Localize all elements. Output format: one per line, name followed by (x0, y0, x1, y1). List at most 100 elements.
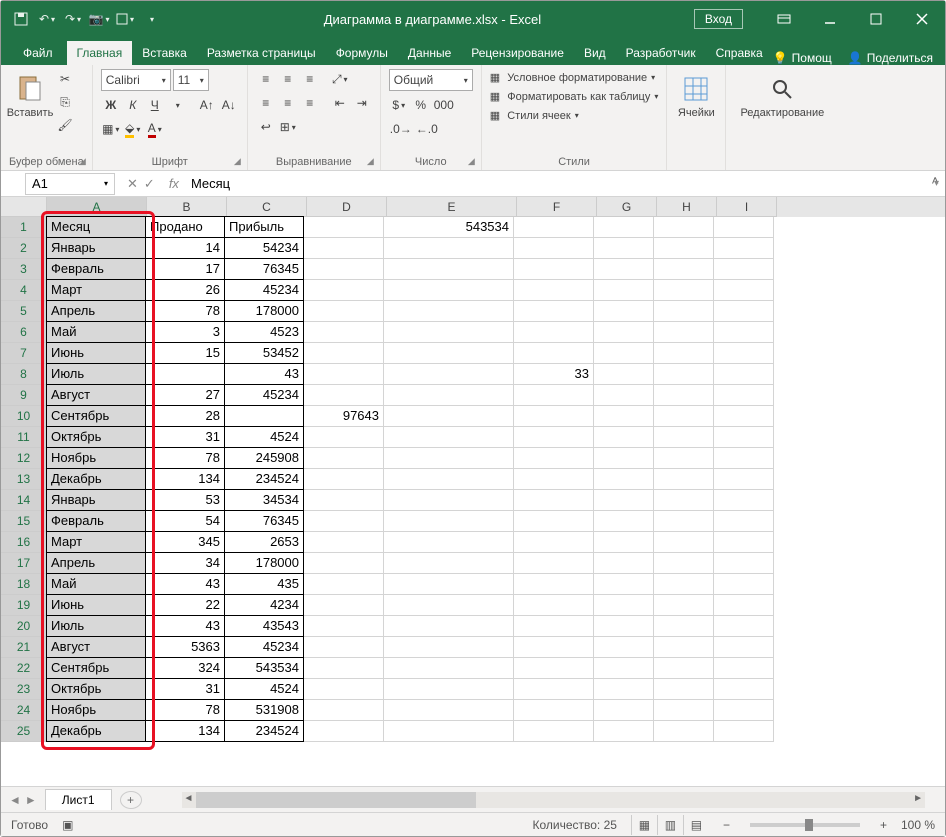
cell[interactable] (714, 259, 774, 280)
cell[interactable]: Октябрь (46, 426, 146, 448)
cell[interactable]: 97643 (304, 406, 384, 427)
cell[interactable] (594, 322, 654, 343)
cell[interactable]: Январь (46, 237, 146, 259)
cell[interactable] (714, 322, 774, 343)
cell[interactable] (714, 700, 774, 721)
signin-button[interactable]: Вход (694, 9, 743, 29)
cell[interactable] (594, 301, 654, 322)
cell[interactable] (594, 469, 654, 490)
cell[interactable]: 4524 (224, 426, 304, 448)
cell[interactable]: Месяц (46, 216, 146, 238)
minimize-icon[interactable] (807, 1, 853, 37)
cell[interactable] (514, 616, 594, 637)
cell[interactable] (594, 679, 654, 700)
cell[interactable] (304, 574, 384, 595)
cell[interactable] (594, 721, 654, 742)
align-launcher-icon[interactable]: ◢ (367, 156, 374, 167)
cell[interactable]: Ноябрь (46, 699, 146, 721)
cell[interactable]: 28 (145, 405, 225, 427)
italic-button[interactable]: К (123, 95, 143, 115)
cell[interactable] (594, 385, 654, 406)
cell[interactable] (714, 637, 774, 658)
cell[interactable]: 43 (224, 363, 304, 385)
cell[interactable] (714, 406, 774, 427)
cell[interactable] (304, 301, 384, 322)
cell[interactable]: 324 (145, 657, 225, 679)
cell[interactable] (714, 658, 774, 679)
cell[interactable] (514, 574, 594, 595)
cell[interactable] (384, 406, 514, 427)
col-header-I[interactable]: I (717, 197, 777, 217)
cell[interactable] (384, 679, 514, 700)
cell[interactable] (714, 301, 774, 322)
currency-icon[interactable]: $▾ (389, 95, 409, 115)
row-header[interactable]: 19 (1, 595, 47, 616)
cell[interactable] (304, 322, 384, 343)
cell[interactable]: Май (46, 321, 146, 343)
cell[interactable]: 543534 (384, 217, 514, 238)
cell[interactable]: Март (46, 279, 146, 301)
cell[interactable] (654, 595, 714, 616)
cell[interactable] (384, 721, 514, 742)
cell[interactable] (145, 363, 225, 385)
row-header[interactable]: 3 (1, 259, 47, 280)
tab-view[interactable]: Вид (574, 41, 616, 65)
cell[interactable]: 43 (145, 615, 225, 637)
cell[interactable]: 4523 (224, 321, 304, 343)
cell[interactable] (514, 427, 594, 448)
camera-icon[interactable]: 📷▾ (89, 9, 109, 29)
cell[interactable] (514, 679, 594, 700)
cell[interactable] (304, 553, 384, 574)
orientation-icon[interactable]: ⤢▾ (330, 69, 350, 89)
dec-decimal-icon[interactable]: ←.0 (415, 119, 439, 139)
cell[interactable] (594, 595, 654, 616)
cell[interactable] (304, 343, 384, 364)
cell[interactable] (514, 700, 594, 721)
cell[interactable]: 45234 (224, 636, 304, 658)
font-name-input[interactable]: Calibri▾ (101, 69, 171, 91)
cell[interactable] (384, 448, 514, 469)
number-launcher-icon[interactable]: ◢ (468, 156, 475, 167)
select-all-corner[interactable] (1, 197, 47, 217)
cell[interactable] (714, 616, 774, 637)
row-header[interactable]: 7 (1, 343, 47, 364)
cell[interactable] (514, 238, 594, 259)
row-header[interactable]: 5 (1, 301, 47, 322)
macro-record-icon[interactable]: ▣ (62, 818, 73, 832)
cell[interactable] (304, 259, 384, 280)
qat-customize-icon[interactable]: ▾ (141, 9, 161, 29)
cell[interactable] (594, 238, 654, 259)
cell[interactable]: 17 (145, 258, 225, 280)
cell[interactable] (714, 217, 774, 238)
cell[interactable] (654, 238, 714, 259)
comma-icon[interactable]: 000 (433, 95, 455, 115)
conditional-format-button[interactable]: ▦ Условное форматирование▾ (490, 71, 659, 84)
cell[interactable] (714, 427, 774, 448)
cell-styles-button[interactable]: ▦ Стили ячеек▾ (490, 109, 659, 122)
align-bottom-icon[interactable]: ≡ (300, 69, 320, 89)
cell[interactable] (714, 595, 774, 616)
cell[interactable]: 22 (145, 594, 225, 616)
tab-layout[interactable]: Разметка страницы (197, 41, 326, 65)
cell[interactable] (594, 406, 654, 427)
borders-icon[interactable]: ▦▾ (101, 119, 121, 139)
cell[interactable] (384, 427, 514, 448)
cell[interactable] (514, 406, 594, 427)
cell[interactable] (594, 259, 654, 280)
cell[interactable] (594, 364, 654, 385)
cell[interactable] (514, 343, 594, 364)
cell[interactable]: 543534 (224, 657, 304, 679)
cell[interactable]: 15 (145, 342, 225, 364)
cell[interactable] (714, 364, 774, 385)
cell[interactable] (384, 364, 514, 385)
tell-me[interactable]: 💡 Помощ (773, 51, 832, 65)
cell[interactable]: Август (46, 384, 146, 406)
cell[interactable]: 134 (145, 720, 225, 742)
row-header[interactable]: 21 (1, 637, 47, 658)
cell[interactable] (594, 217, 654, 238)
bold-button[interactable]: Ж (101, 95, 121, 115)
touch-mode-icon[interactable]: ▾ (115, 9, 135, 29)
expand-formula-bar-icon[interactable]: ▾ (934, 178, 939, 189)
underline-dd[interactable]: ▾ (167, 95, 187, 115)
row-header[interactable]: 17 (1, 553, 47, 574)
